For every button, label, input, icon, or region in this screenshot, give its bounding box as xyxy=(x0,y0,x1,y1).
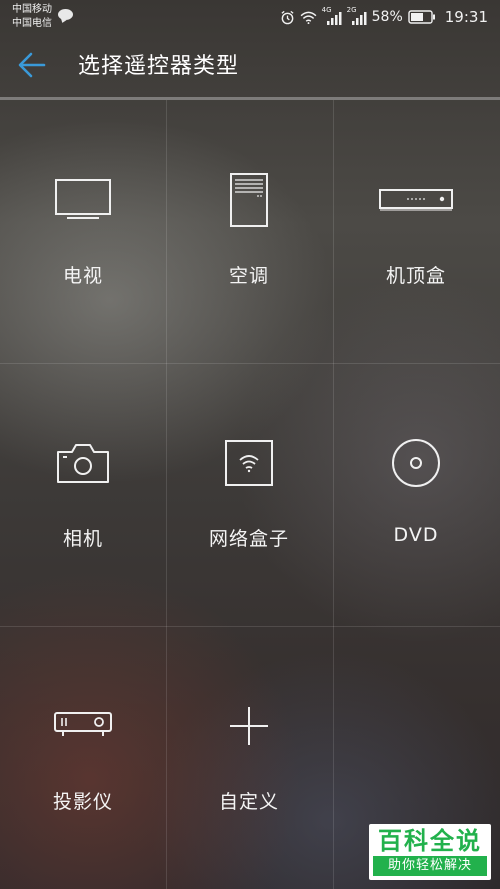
set-top-box-icon xyxy=(379,189,453,211)
watermark-logo: 百科全说 助你轻松解决 xyxy=(369,824,491,880)
status-icons: 4G 2G 58% 19:31 xyxy=(280,6,488,27)
app-header: 选择遥控器类型 xyxy=(0,34,500,98)
wifi-icon xyxy=(300,11,317,24)
remote-type-grid: 电视 空调 机顶盒 相机 网络盒子 DVD 投影仪 自定义 xyxy=(0,100,500,889)
signal-4g-icon: 4G xyxy=(322,6,342,25)
remote-type-label: 投影仪 xyxy=(52,791,113,813)
remote-type-label: DVD xyxy=(393,524,439,546)
remote-type-label: 机顶盒 xyxy=(385,265,446,287)
remote-type-label: 相机 xyxy=(62,528,103,550)
battery-icon xyxy=(408,10,435,24)
signal-2g-icon: 2G xyxy=(347,6,367,25)
back-button[interactable] xyxy=(16,50,56,84)
status-time: 19:31 xyxy=(444,8,488,26)
remote-type-set-top-box[interactable]: 机顶盒 xyxy=(333,100,499,363)
remote-type-air-conditioner[interactable]: 空调 xyxy=(166,100,332,363)
remote-type-label: 空调 xyxy=(228,265,269,287)
remote-type-label: 自定义 xyxy=(218,791,279,813)
remote-type-tv[interactable]: 电视 xyxy=(0,100,166,363)
message-notification-icon xyxy=(58,9,73,20)
remote-type-label: 网络盒子 xyxy=(208,528,289,550)
carrier-label-1: 中国移动 xyxy=(12,4,52,15)
remote-type-dvd[interactable]: DVD xyxy=(333,363,499,626)
alarm-icon xyxy=(281,10,294,24)
air-conditioner-icon xyxy=(230,173,268,227)
dvd-icon xyxy=(392,439,440,487)
tv-icon xyxy=(55,179,111,219)
carrier-label-2: 中国电信 xyxy=(12,18,52,29)
back-arrow-icon xyxy=(18,52,46,78)
watermark-title: 百科全说 xyxy=(378,827,482,855)
watermark-subtitle: 助你轻松解决 xyxy=(373,856,487,876)
remote-type-custom[interactable]: 自定义 xyxy=(166,626,332,889)
remote-type-network-box[interactable]: 网络盒子 xyxy=(166,363,332,626)
projector-icon xyxy=(54,712,112,736)
battery-percentage: 58% xyxy=(371,9,403,25)
camera-icon xyxy=(57,444,109,483)
network-box-icon xyxy=(225,440,273,486)
remote-type-projector[interactable]: 投影仪 xyxy=(0,626,166,889)
status-bar: 中国移动 中国电信 4G 2G 58% 19:31 xyxy=(0,0,500,34)
page-title: 选择遥控器类型 xyxy=(78,54,240,79)
plus-icon xyxy=(230,707,268,745)
remote-type-camera[interactable]: 相机 xyxy=(0,363,166,626)
remote-type-label: 电视 xyxy=(62,265,103,287)
